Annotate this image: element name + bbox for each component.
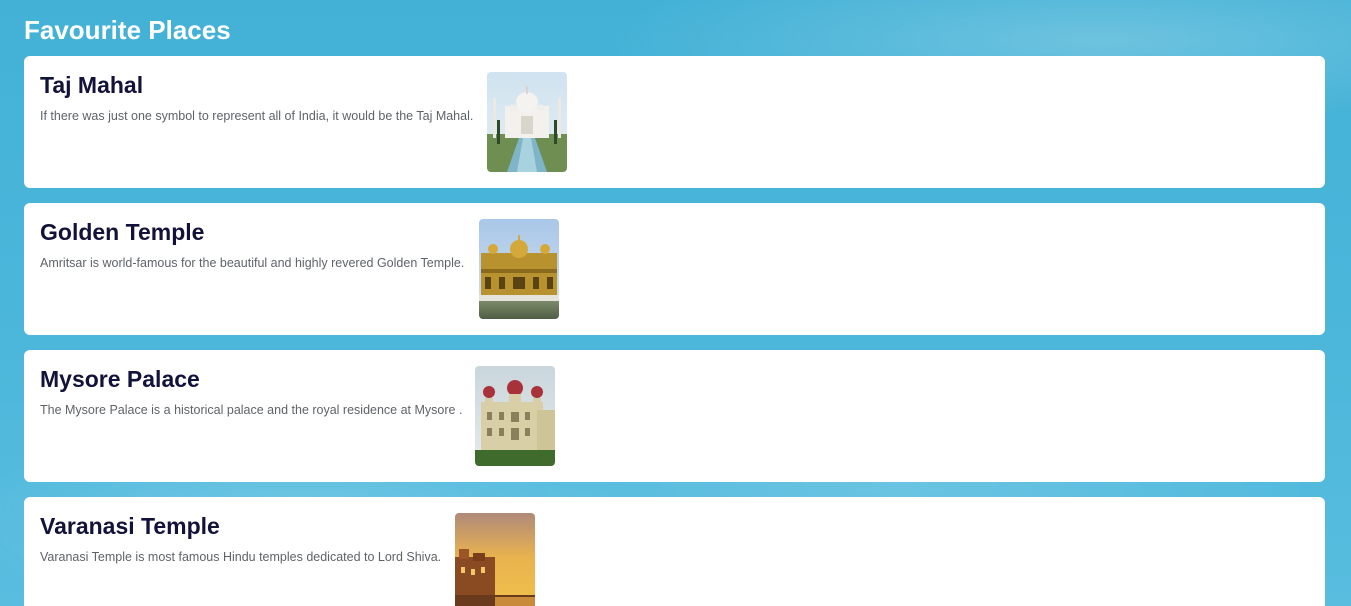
place-description: If there was just one symbol to represen… xyxy=(40,109,474,123)
place-image-golden-temple xyxy=(479,219,559,319)
place-card-golden-temple[interactable]: Golden Temple Amritsar is world-famous f… xyxy=(24,203,1325,335)
place-description: Amritsar is world-famous for the beautif… xyxy=(40,256,465,270)
place-image-varanasi-temple xyxy=(455,513,535,606)
place-description: Varanasi Temple is most famous Hindu tem… xyxy=(40,550,442,564)
page: Favourite Places Taj Mahal If there was … xyxy=(24,0,1325,606)
page-title: Favourite Places xyxy=(24,15,231,45)
place-title: Varanasi Temple xyxy=(40,513,220,539)
place-card-text: Taj Mahal If there was just one symbol t… xyxy=(40,70,487,124)
place-title: Golden Temple xyxy=(40,219,205,245)
place-card-mysore-palace[interactable]: Mysore Palace The Mysore Palace is a his… xyxy=(24,350,1325,482)
place-card-varanasi-temple[interactable]: Varanasi Temple Varanasi Temple is most … xyxy=(24,497,1325,606)
place-title: Mysore Palace xyxy=(40,366,200,392)
place-image-taj-mahal xyxy=(487,72,567,172)
place-image-mysore-palace xyxy=(475,366,555,466)
place-title: Taj Mahal xyxy=(40,72,144,98)
place-description: The Mysore Palace is a historical palace… xyxy=(40,403,463,417)
place-card-text: Golden Temple Amritsar is world-famous f… xyxy=(40,217,479,271)
place-card-taj-mahal[interactable]: Taj Mahal If there was just one symbol t… xyxy=(24,56,1325,188)
place-card-text: Mysore Palace The Mysore Palace is a his… xyxy=(40,364,475,418)
place-card-text: Varanasi Temple Varanasi Temple is most … xyxy=(40,511,455,565)
